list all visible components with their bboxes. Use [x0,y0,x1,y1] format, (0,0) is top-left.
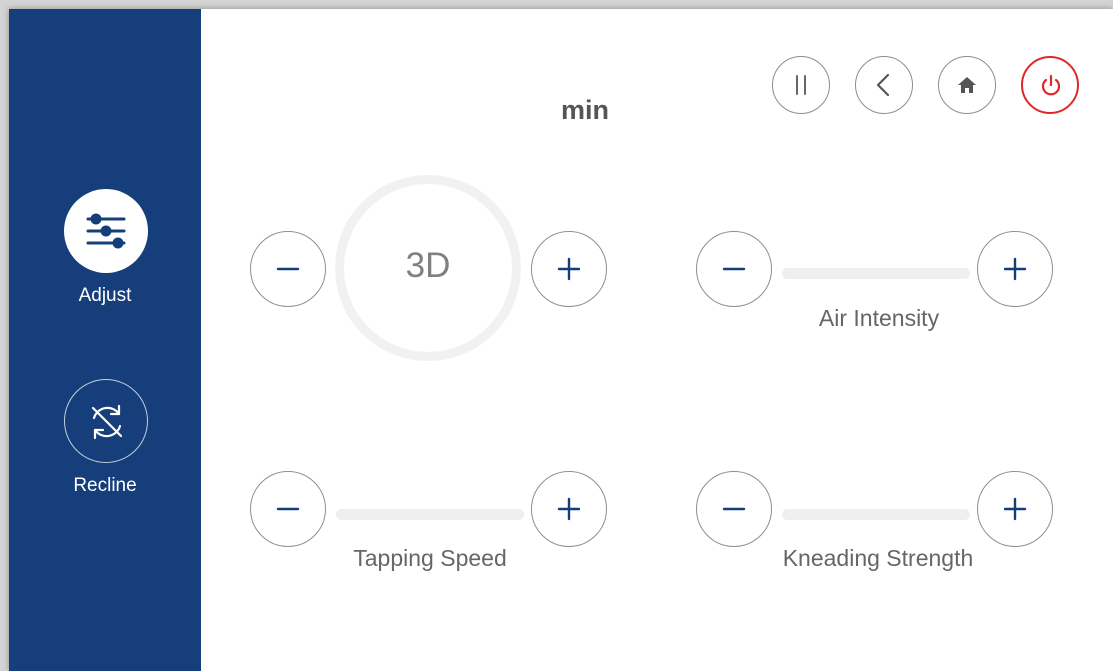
tapping-speed-decrease-button[interactable] [250,471,326,547]
pause-button[interactable] [772,56,830,114]
timer-unit-label: min [560,95,609,125]
plus-icon [557,257,581,281]
kneading-strength-track[interactable] [782,509,970,520]
kneading-strength-label: Kneading Strength [782,545,974,571]
air-intensity-increase-button[interactable] [977,231,1053,307]
air-intensity-label: Air Intensity [818,305,940,331]
sidebar-item-label: Adjust [78,285,132,306]
app-window: Adjust Recline min 3D Air Intensity Tapp… [9,9,1113,671]
tapping-speed-label: Tapping Speed [353,545,507,571]
home-button[interactable] [938,56,996,114]
adjust-disc [64,189,148,273]
power-button[interactable] [1021,56,1079,114]
3d-mode-value: 3D [405,246,451,285]
plus-icon [557,497,581,521]
sidebar-item-recline[interactable]: Recline [9,379,201,509]
sidebar-item-label: Recline [73,475,137,496]
back-button[interactable] [855,56,913,114]
minus-icon [276,267,300,271]
plus-icon [1003,497,1027,521]
minus-icon [722,507,746,511]
plus-icon [1003,257,1027,281]
minus-icon [276,507,300,511]
3d-increase-button[interactable] [531,231,607,307]
kneading-strength-increase-button[interactable] [977,471,1053,547]
chevron-left-icon [876,73,890,97]
pause-icon [796,75,806,95]
recline-arrows-icon [91,404,123,440]
3d-decrease-button[interactable] [250,231,326,307]
recline-disc [64,379,148,463]
3d-mode-ring: 3D [335,175,521,361]
tapping-speed-track[interactable] [336,509,524,520]
kneading-strength-decrease-button[interactable] [696,471,772,547]
sidebar-item-adjust[interactable]: Adjust [9,189,201,319]
air-intensity-track[interactable] [782,268,970,279]
minus-icon [722,267,746,271]
power-icon [1041,74,1061,96]
tapping-speed-increase-button[interactable] [531,471,607,547]
sliders-icon [86,213,126,249]
air-intensity-decrease-button[interactable] [696,231,772,307]
home-icon [958,77,976,93]
sidebar: Adjust Recline [9,9,201,671]
